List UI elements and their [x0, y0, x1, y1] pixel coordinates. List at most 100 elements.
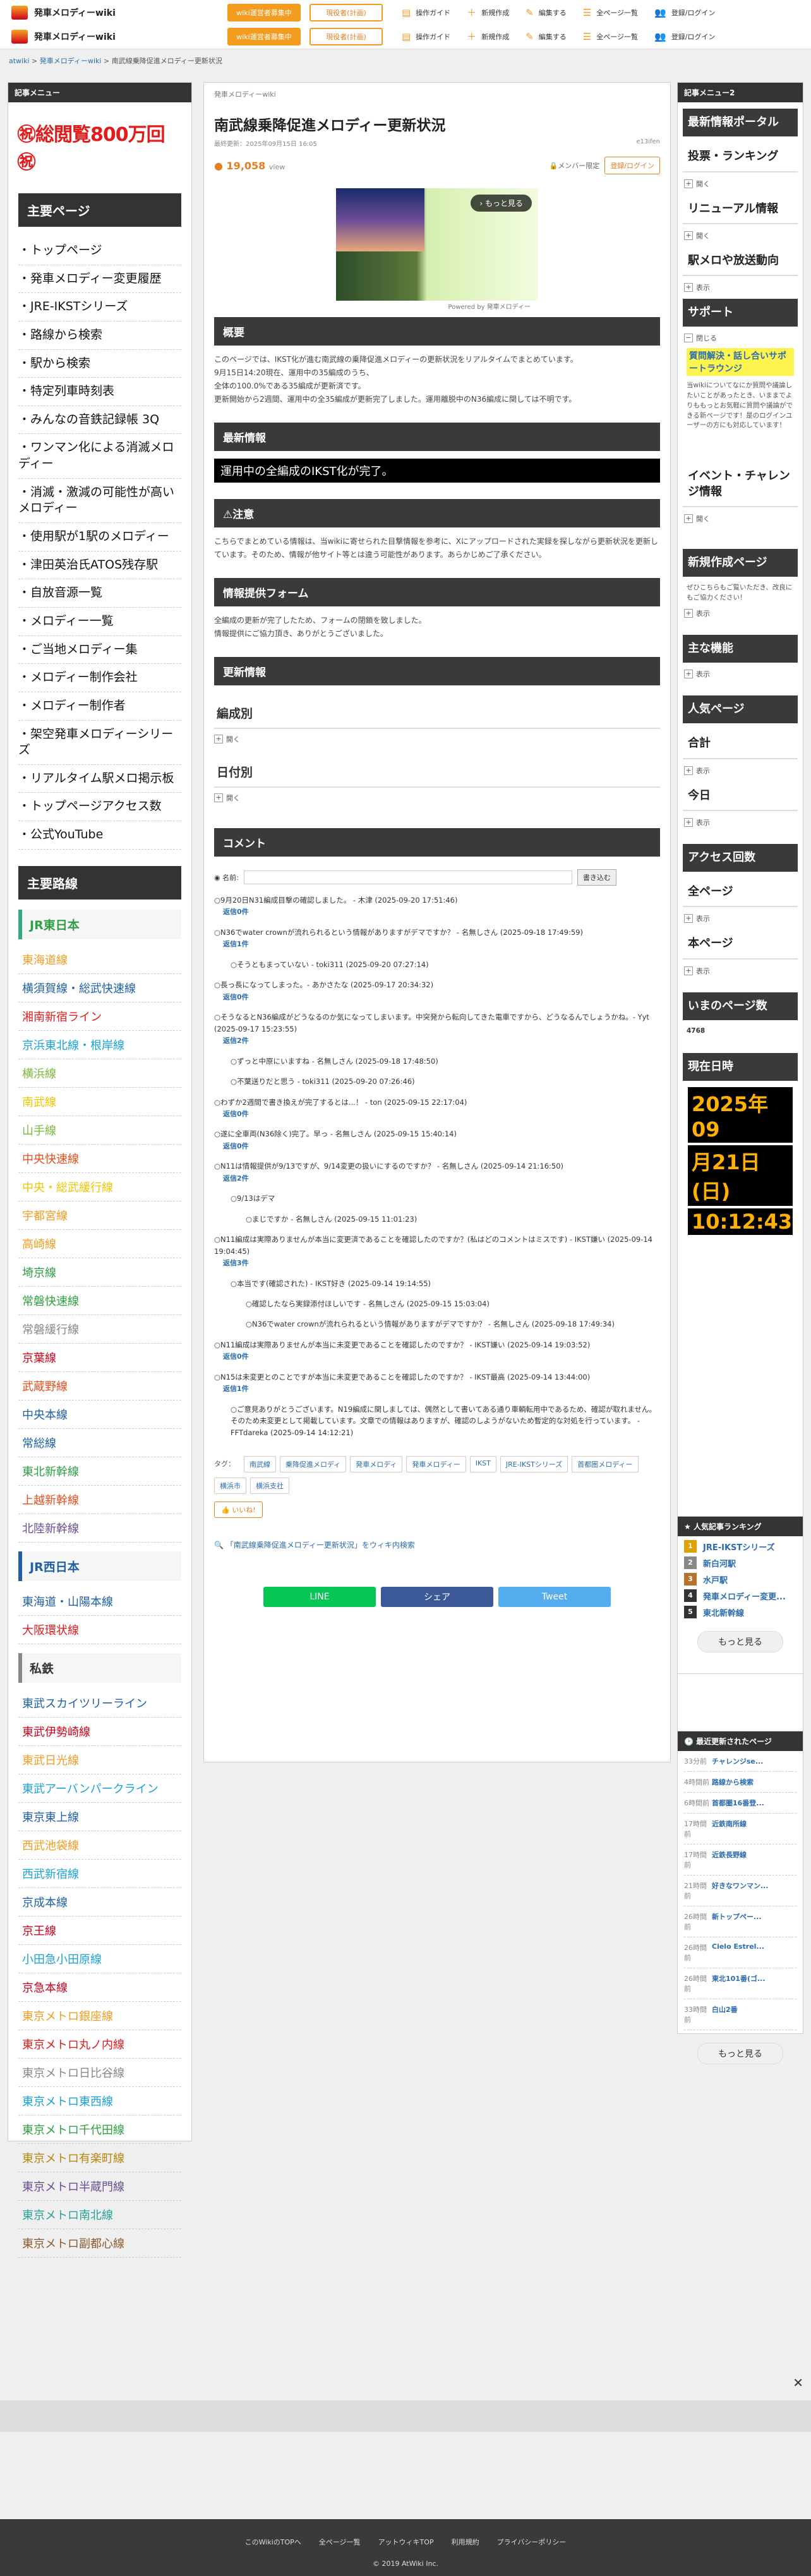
login-link[interactable]: 👥 登録/ログイン	[654, 30, 715, 43]
route-link[interactable]: 湘南新宿ライン	[18, 1002, 181, 1031]
route-link[interactable]: 東武スカイツリーライン	[18, 1689, 181, 1718]
main-page-link[interactable]: トップページ	[18, 237, 181, 265]
site-logo[interactable]: 発車メロディーwiki	[0, 5, 227, 20]
radio-icon[interactable]: ○	[214, 896, 220, 905]
reply-link[interactable]: 返信0件	[223, 908, 249, 916]
footer-link[interactable]: アットウィキTOP	[378, 2537, 434, 2547]
route-link[interactable]: 横須賀線・総武快速線	[18, 974, 181, 1002]
monitor-button-sticky[interactable]: 現役者(計画)	[309, 27, 383, 45]
route-link[interactable]: 宇都宮線	[18, 1201, 181, 1230]
route-link[interactable]: 京王線	[18, 1917, 181, 1945]
route-link[interactable]: 東京メトロ半蔵門線	[18, 2172, 181, 2201]
author[interactable]: e13ifen	[636, 138, 660, 148]
site-logo-sticky[interactable]: 発車メロディーwiki	[0, 29, 227, 44]
main-page-link[interactable]: メロディー制作者	[18, 692, 181, 721]
ranking-more-button[interactable]: もっと見る	[697, 1631, 783, 1652]
route-link[interactable]: 北陸新幹線	[18, 1514, 181, 1543]
route-link[interactable]: 京成本線	[18, 1888, 181, 1917]
footer-link[interactable]: このWikiのTOPへ	[245, 2537, 301, 2547]
main-page-link[interactable]: ワンマン化による消滅メロディー	[18, 434, 181, 479]
route-link[interactable]: 中央・総武緩行線	[18, 1173, 181, 1201]
route-link[interactable]: 京急本線	[18, 1973, 181, 2002]
today-toggle[interactable]: + 表示	[684, 817, 796, 828]
reply-link[interactable]: 返信0件	[223, 1110, 249, 1118]
vote-toggle[interactable]: + 開く	[684, 179, 796, 189]
close-icon[interactable]: ✕	[793, 2375, 803, 2390]
radio-icon[interactable]: ○	[246, 1299, 252, 1308]
radio-icon[interactable]: ○	[231, 1194, 237, 1203]
by-date-toggle[interactable]: + 開く	[214, 793, 660, 803]
trend-toggle[interactable]: + 表示	[684, 282, 796, 292]
route-link[interactable]: 武蔵野線	[18, 1372, 181, 1400]
tag-link[interactable]: 首都圏メロディー	[572, 1455, 639, 1472]
radio-icon[interactable]: ○	[231, 960, 237, 969]
ranking-item[interactable]: 4 発車メロディー変更...	[684, 1589, 796, 1602]
route-link[interactable]: 東北新幹線	[18, 1457, 181, 1486]
recent-item[interactable]: 33分前 チャレンジse...	[684, 1756, 796, 1772]
radio-icon[interactable]: ○	[231, 1057, 237, 1066]
create-link[interactable]: ＋新規作成	[467, 30, 509, 43]
route-link[interactable]: 山手線	[18, 1116, 181, 1145]
radio-icon[interactable]: ○	[246, 1215, 252, 1224]
comment-input[interactable]	[243, 870, 572, 884]
recent-item[interactable]: 26時間前 新トップペー...	[684, 1911, 796, 1937]
tag-link[interactable]: 南武線	[244, 1455, 276, 1472]
radio-icon[interactable]: ○	[214, 1098, 220, 1107]
main-page-link[interactable]: 使用駅が1駅のメロディー	[18, 523, 181, 551]
route-link[interactable]: 横浜線	[18, 1059, 181, 1088]
ranking-item[interactable]: 3 水戸駅	[684, 1573, 796, 1586]
reply-link[interactable]: 返信0件	[223, 1142, 249, 1150]
edit-link[interactable]: ✎ 編集する	[526, 6, 567, 19]
recent-item[interactable]: 33時間前 白山2番	[684, 2004, 796, 2030]
main-page-link[interactable]: メロディー制作会社	[18, 664, 181, 692]
event-toggle[interactable]: + 開く	[684, 514, 796, 524]
radio-icon[interactable]: ○	[214, 980, 220, 989]
edit-link[interactable]: ✎ 編集する	[526, 30, 567, 43]
tag-link[interactable]: 横浜市	[214, 1477, 246, 1494]
guide-link[interactable]: ▤ 操作ガイド	[402, 30, 450, 43]
route-link[interactable]: 東京メトロ千代田線	[18, 2116, 181, 2144]
by-formation-toggle[interactable]: + 開く	[214, 734, 660, 744]
tag-link[interactable]: 発車メロディー	[406, 1455, 466, 1472]
main-page-link[interactable]: 架空発車メロディーシリーズ	[18, 721, 181, 765]
crumb-wiki[interactable]: 発車メロディーwiki	[40, 57, 102, 65]
route-link[interactable]: 西武池袋線	[18, 1831, 181, 1860]
route-link[interactable]: 中央快速線	[18, 1145, 181, 1173]
route-link[interactable]: 東京東上線	[18, 1803, 181, 1831]
main-page-link[interactable]: ご当地メロディー集	[18, 636, 181, 665]
renewal-toggle[interactable]: + 開く	[684, 231, 796, 241]
recruit-button[interactable]: wiki運営者募集中	[227, 3, 301, 21]
more-view-button[interactable]: › もっと見る	[471, 195, 532, 212]
main-page-link[interactable]: 自放音源一覧	[18, 579, 181, 608]
support-link[interactable]: 質問解決・話し合いサポートラウンジ	[687, 348, 794, 376]
recent-item[interactable]: 4時間前 路線から検索	[684, 1777, 796, 1793]
wiki-search-link[interactable]: 🔍 「南武線乗降促進メロディー更新状況」をウィキ内検索	[214, 1539, 660, 1550]
allpages-link[interactable]: ☰ 全ページ一覧	[583, 30, 638, 43]
tag-link[interactable]: JRE-IKSTシリーズ	[500, 1455, 568, 1472]
route-link[interactable]: 東京メトロ副都心線	[18, 2229, 181, 2258]
login-button[interactable]: 登録/ログイン	[604, 157, 660, 174]
main-page-link[interactable]: 駅から検索	[18, 350, 181, 378]
monitor-button[interactable]: 現役者(計画)	[309, 3, 383, 21]
radio-icon[interactable]: ○	[214, 928, 220, 937]
recent-item[interactable]: 26時間前 Cielo Estrel...	[684, 1942, 796, 1968]
total-toggle[interactable]: + 表示	[684, 766, 796, 776]
route-link[interactable]: 東海道線	[18, 946, 181, 974]
ranking-item[interactable]: 1 JRE-IKSTシリーズ	[684, 1540, 796, 1553]
route-link[interactable]: 高崎線	[18, 1230, 181, 1258]
support-toggle[interactable]: − 閉じる	[684, 333, 796, 343]
mainfunc-toggle[interactable]: + 表示	[684, 669, 796, 679]
route-link[interactable]: 東武アーバンパークライン	[18, 1774, 181, 1803]
radio-icon[interactable]: ○	[214, 1235, 220, 1244]
recent-item[interactable]: 6時間前 首都圏16番登...	[684, 1798, 796, 1814]
recruit-button-sticky[interactable]: wiki運営者募集中	[227, 27, 301, 45]
reply-link[interactable]: 返信3件	[223, 1259, 249, 1267]
route-link[interactable]: 東京メトロ東西線	[18, 2087, 181, 2116]
route-link[interactable]: 大阪環状線	[18, 1616, 181, 1644]
radio-icon[interactable]: ○	[214, 1340, 220, 1349]
main-page-link[interactable]: 消滅・激減の可能性が高いメロディー	[18, 479, 181, 524]
tag-link[interactable]: IKST	[469, 1455, 496, 1472]
ranking-item[interactable]: 5 東北新幹線	[684, 1606, 796, 1618]
reply-link[interactable]: 返信2件	[223, 1174, 249, 1183]
thispage-toggle[interactable]: + 表示	[684, 966, 796, 976]
